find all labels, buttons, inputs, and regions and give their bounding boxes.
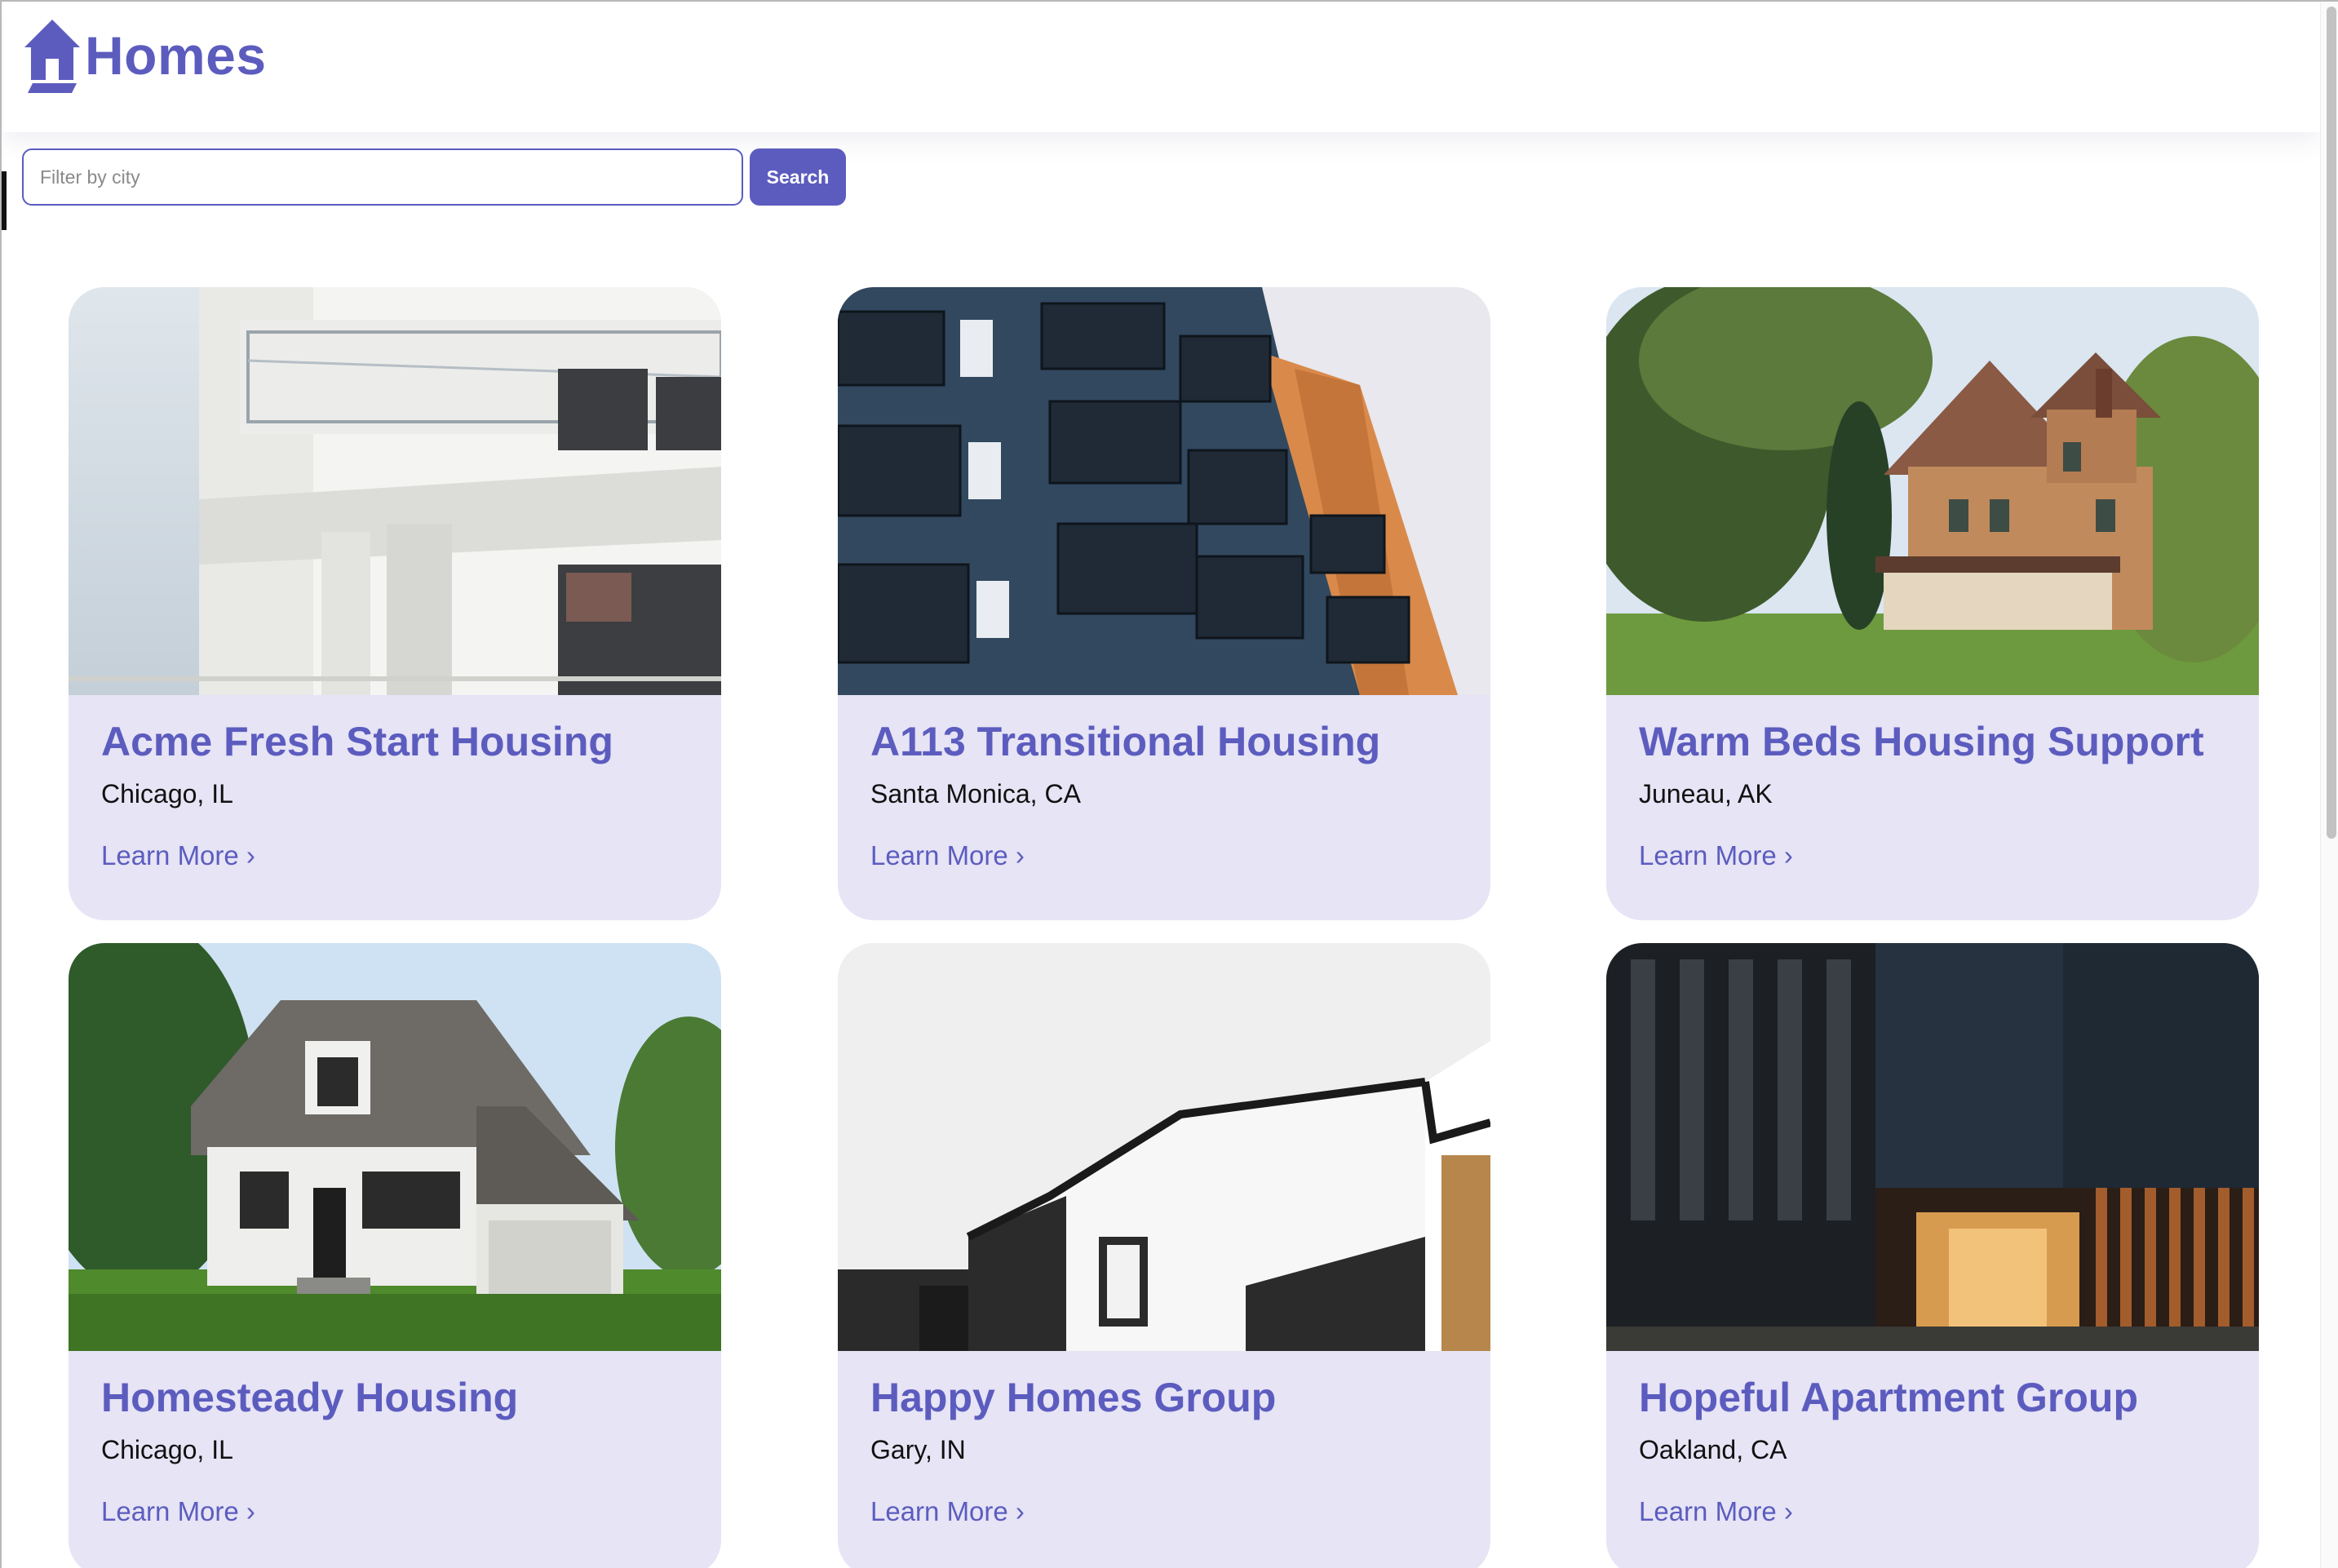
listing-card: Hopeful Apartment Group Oakland, CA Lear… [1606,943,2259,1568]
listing-city: Chicago, IL [101,779,233,808]
listing-photo [69,943,721,1351]
listing-name: Homesteady Housing [101,1375,519,1420]
listing-name: Acme Fresh Start Housing [101,719,613,764]
browser-viewport: Homes Search [0,0,2338,1568]
listing-photo [1606,943,2259,1351]
listing-name: A113 Transitional Housing [870,719,1381,764]
listing-name: Warm Beds Housing Support [1639,719,2204,764]
learn-more-link[interactable]: Learn More › [870,840,1025,871]
listing-city: Santa Monica, CA [870,779,1081,808]
listing-name: Happy Homes Group [870,1375,1277,1420]
learn-more-link[interactable]: Learn More › [870,1496,1025,1527]
learn-more-link[interactable]: Learn More › [1639,840,1793,871]
listing-card: Happy Homes Group Gary, IN Learn More › [838,943,1490,1568]
listing-card: A113 Transitional Housing Santa Monica, … [838,287,1490,920]
page-scrollbar[interactable] [2320,2,2338,1568]
listing-card: Homesteady Housing Chicago, IL Learn Mor… [69,943,721,1568]
listing-city: Juneau, AK [1639,779,1773,808]
listing-card: Warm Beds Housing Support Juneau, AK Lea… [1606,287,2259,920]
window-edge-marker [2,171,7,230]
city-filter-input[interactable] [22,148,743,206]
site-header: Homes [3,3,2320,132]
learn-more-link[interactable]: Learn More › [101,840,255,871]
search-button[interactable]: Search [750,148,846,206]
listing-city: Gary, IN [870,1435,966,1464]
brand-name: Homes [85,25,267,86]
listing-card: Acme Fresh Start Housing Chicago, IL Lea… [69,287,721,920]
search-bar: Search [22,148,846,206]
listing-photo [838,943,1490,1351]
learn-more-link[interactable]: Learn More › [101,1496,255,1527]
learn-more-link[interactable]: Learn More › [1639,1496,1793,1527]
brand-logo-link[interactable]: Homes [23,18,267,93]
house-icon [24,20,80,93]
listing-photo [1606,287,2259,695]
listing-city: Oakland, CA [1639,1435,1787,1464]
listing-name: Hopeful Apartment Group [1639,1375,2139,1420]
listing-photo [838,287,1490,695]
scrollbar-thumb[interactable] [2327,7,2336,839]
listing-photo [69,287,721,695]
listing-city: Chicago, IL [101,1435,233,1464]
